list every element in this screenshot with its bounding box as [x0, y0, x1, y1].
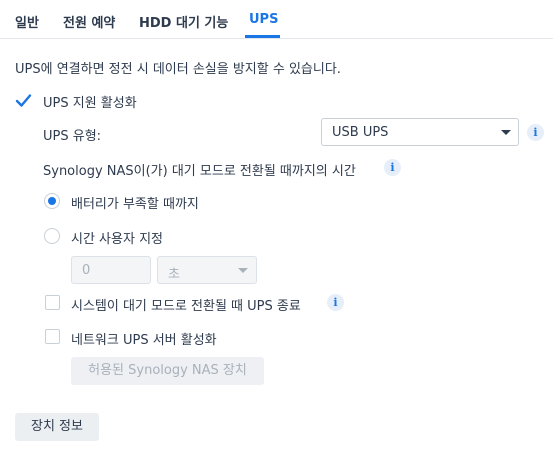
tab-hdd-hibernation[interactable]: HDD 대기 기능	[139, 12, 228, 31]
tab-power-schedule[interactable]: 전원 예약	[63, 12, 115, 31]
shutdown-ups-info-icon[interactable]: i	[327, 294, 344, 311]
shutdown-ups-checkbox[interactable]	[45, 295, 60, 310]
network-ups-label: 네트워크 UPS 서버 활성화	[71, 333, 217, 348]
custom-time-value: 0	[82, 263, 91, 278]
radio-custom-time[interactable]	[44, 228, 60, 244]
chevron-down-icon	[501, 130, 511, 135]
enable-ups-label: UPS 지원 활성화	[43, 96, 137, 111]
ups-type-label: UPS 유형:	[43, 129, 102, 144]
enable-ups-checkbox[interactable]	[15, 92, 32, 109]
custom-time-unit-select[interactable]: 초	[157, 256, 257, 284]
ups-description: UPS에 연결하면 정전 시 데이터 손실을 방지할 수 있습니다.	[15, 62, 341, 77]
tab-bar: 일반 전원 예약 HDD 대기 기능 UPS	[0, 0, 553, 39]
tab-general[interactable]: 일반	[15, 12, 39, 31]
radio-until-low-battery-label: 배터리가 부족할 때까지	[71, 197, 199, 212]
allowed-devices-button[interactable]: 허용된 Synology NAS 장치	[71, 357, 264, 385]
chevron-down-icon	[238, 268, 248, 273]
radio-custom-time-label: 시간 사용자 지정	[71, 232, 163, 247]
checkmark-icon	[15, 94, 32, 107]
ups-type-info-icon[interactable]: i	[527, 124, 544, 141]
standby-time-label: Synology NAS이(가) 대기 모드로 전환될 때까지의 시간	[43, 164, 356, 179]
shutdown-ups-label: 시스템이 대기 모드로 전환될 때 UPS 종료	[71, 299, 301, 314]
ups-type-value: USB UPS	[332, 125, 389, 140]
custom-time-input[interactable]: 0	[71, 256, 151, 284]
radio-until-low-battery[interactable]	[44, 193, 60, 209]
tab-ups[interactable]: UPS	[249, 12, 278, 27]
standby-time-info-icon[interactable]: i	[384, 159, 401, 176]
device-info-button[interactable]: 장치 정보	[15, 413, 99, 441]
network-ups-checkbox[interactable]	[45, 329, 60, 344]
ups-type-select[interactable]: USB UPS	[321, 118, 519, 146]
active-tab-indicator	[245, 35, 280, 38]
custom-time-unit-value: 초	[168, 267, 180, 282]
